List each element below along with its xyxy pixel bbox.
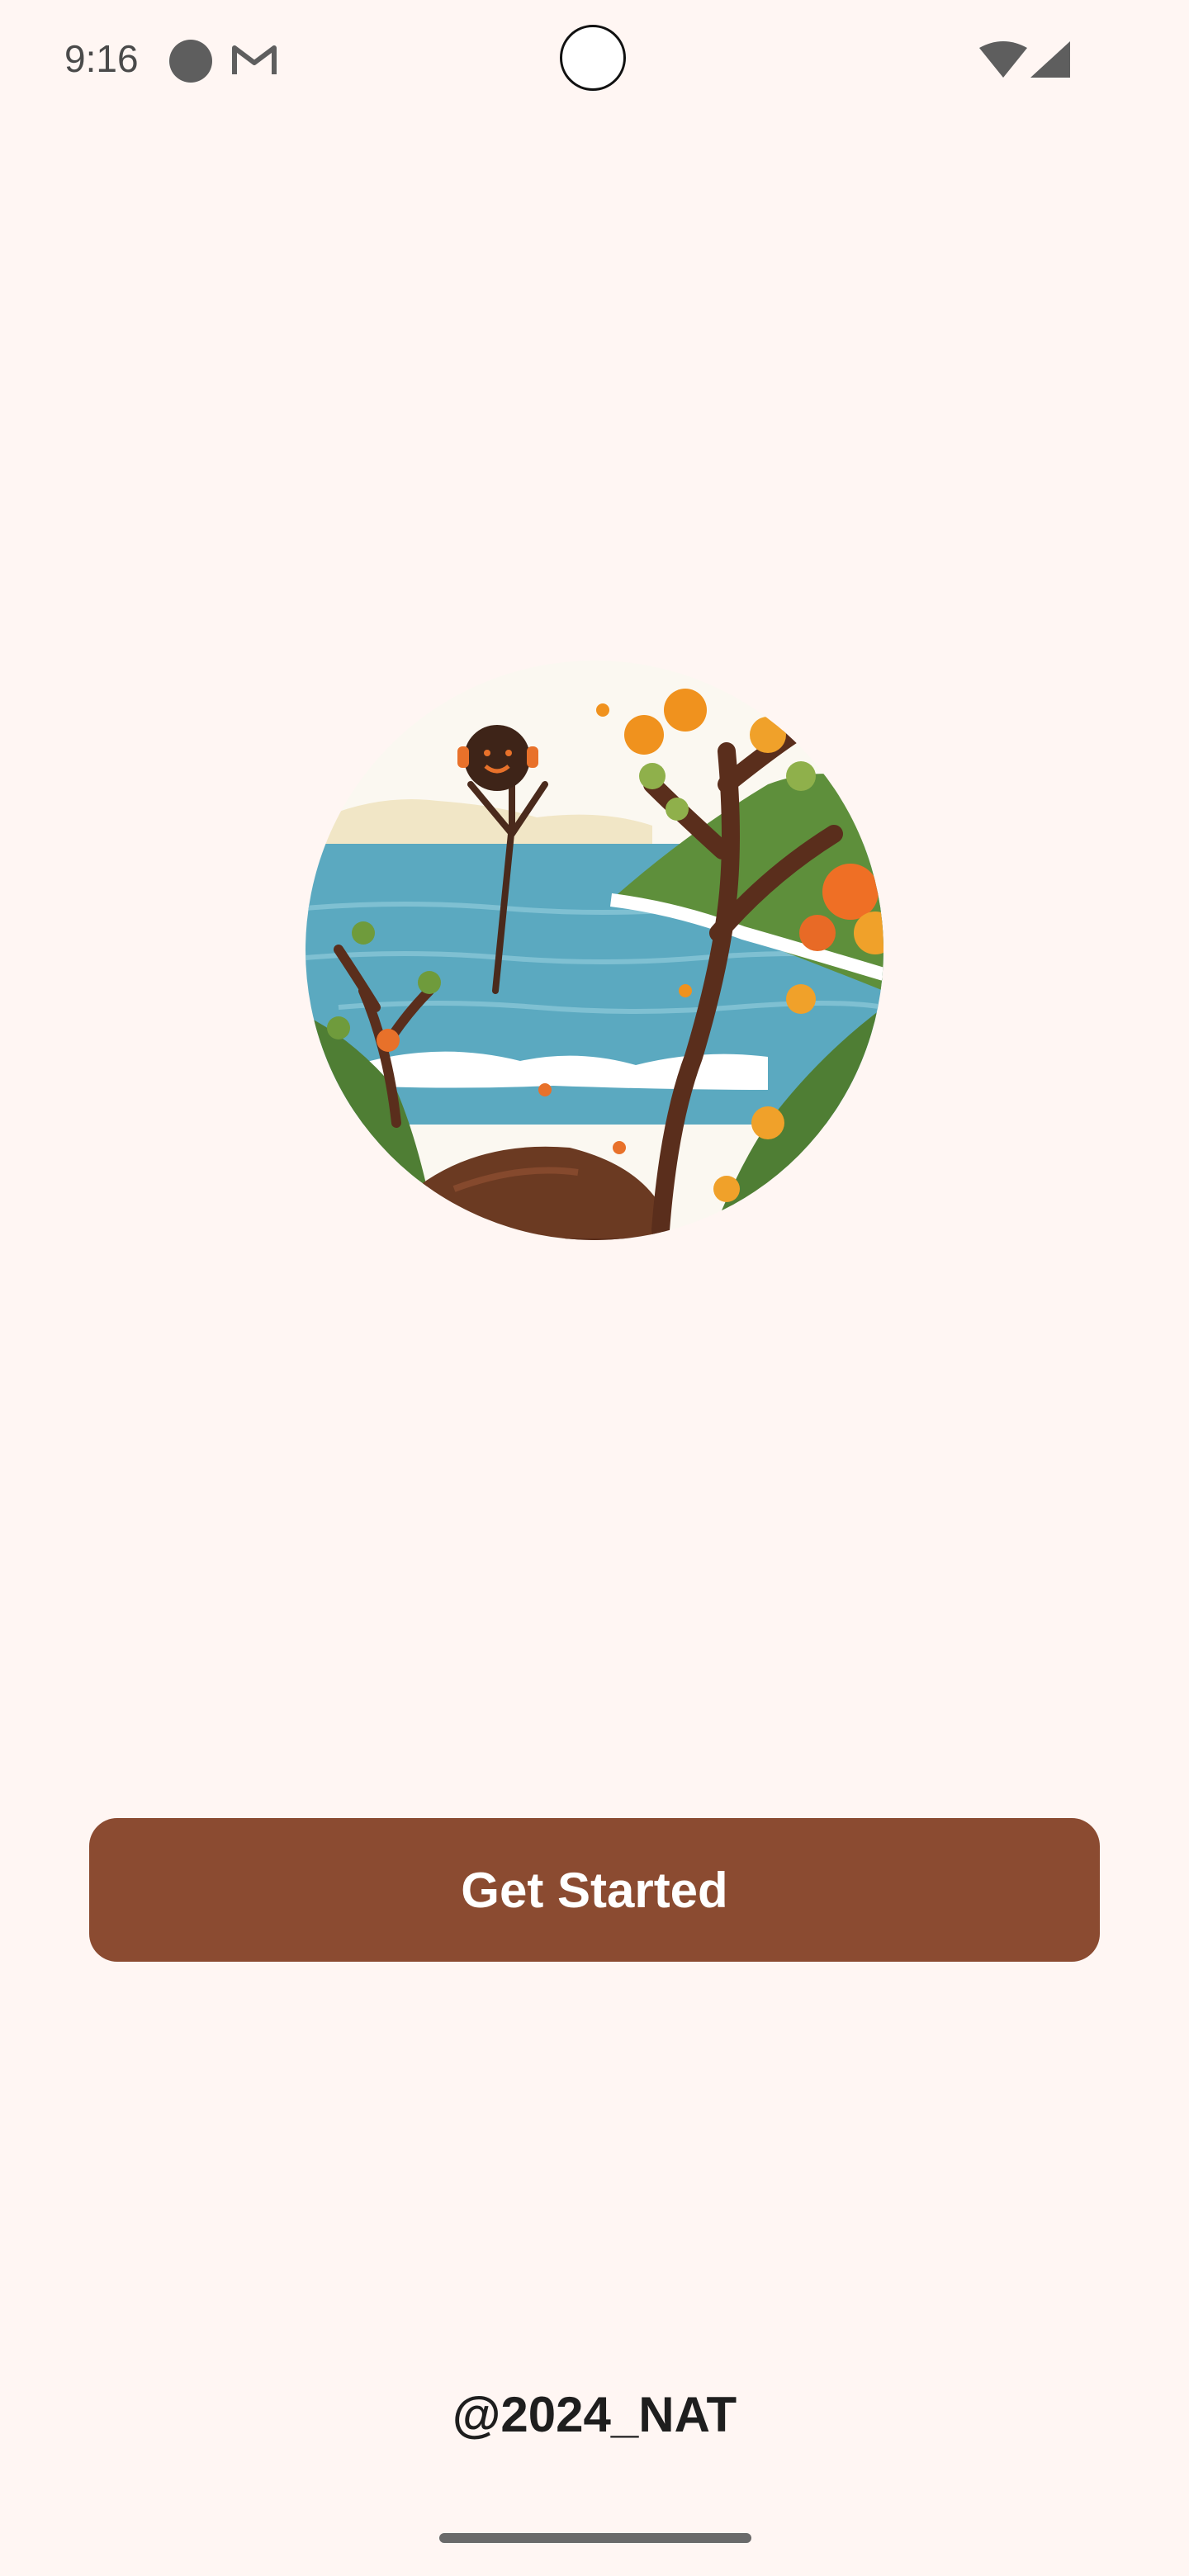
get-started-label: Get Started [461, 1862, 728, 1918]
camera-cutout [560, 25, 626, 91]
cell-signal-icon [1030, 41, 1070, 78]
footer-copyright: @2024_NAT [452, 2387, 737, 2442]
get-started-button[interactable]: Get Started [89, 1818, 1100, 1962]
notification-dot-icon [169, 40, 212, 83]
gmail-icon [232, 45, 277, 74]
stick-figure-seaside-illustration [306, 661, 883, 1240]
home-indicator[interactable] [439, 2533, 751, 2543]
status-time: 9:16 [64, 37, 139, 80]
status-bar: 9:16 [0, 0, 1189, 124]
welcome-screen: 9:16 Get Started @2024_NAT [0, 0, 1189, 2576]
wifi-icon [979, 41, 1027, 78]
